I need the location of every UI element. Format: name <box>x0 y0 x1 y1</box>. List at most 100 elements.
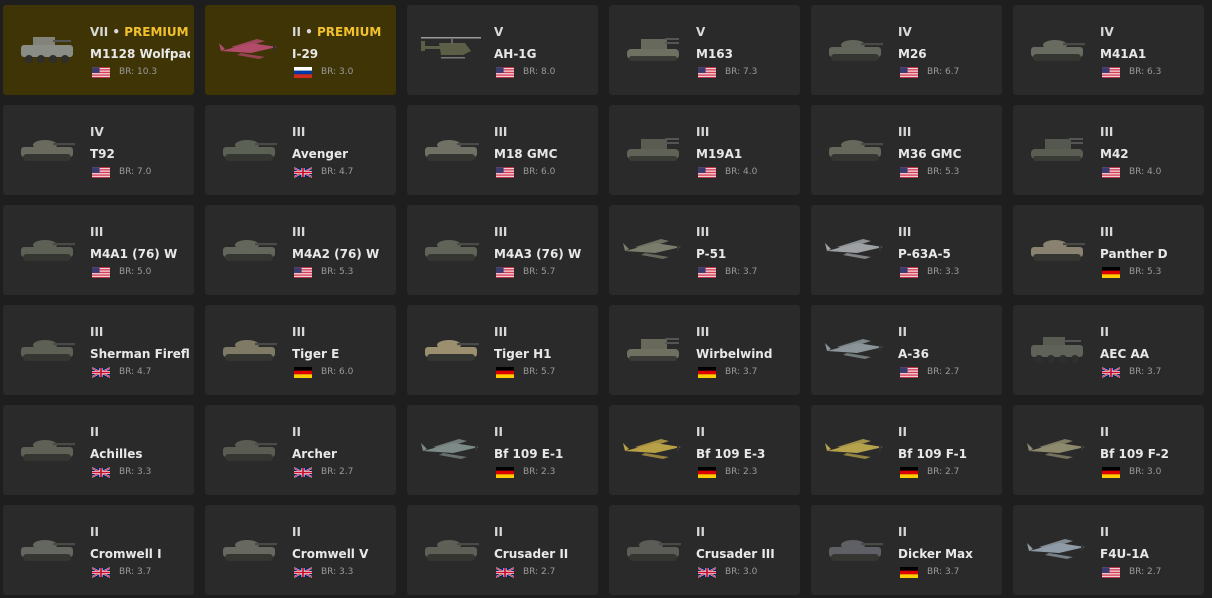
nation-flag-icon <box>496 366 523 378</box>
battle-rating: BR: 7.0 <box>119 167 152 177</box>
vehicle-meta: BR: 3.7 <box>698 365 796 379</box>
vehicle-name: A-36 <box>898 347 929 361</box>
vehicle-card[interactable]: IV M26 BR: 6.7 <box>811 5 1002 95</box>
vehicle-meta: BR: 3.0 <box>698 565 796 579</box>
vehicle-info: IV M41A1 BR: 6.3 <box>1100 25 1200 79</box>
vehicle-tier: II <box>292 25 301 39</box>
vehicle-tier: III <box>292 325 306 339</box>
vehicle-card[interactable]: III M4A2 (76) W BR: 5.3 <box>205 205 396 295</box>
vehicle-info: III M4A1 (76) W BR: 5.0 <box>90 225 190 279</box>
vehicle-thumbnail <box>419 527 483 567</box>
nation-flag-icon <box>698 366 725 378</box>
premium-label: PREMIUM <box>124 25 189 39</box>
vehicle-card[interactable]: II • PREMIUM I-29 BR: 3.0 <box>205 5 396 95</box>
vehicle-thumbnail <box>217 527 281 567</box>
vehicle-name: Crusader II <box>494 547 569 561</box>
vehicle-info: II • PREMIUM I-29 BR: 3.0 <box>292 25 392 79</box>
vehicle-tier: II <box>898 525 907 539</box>
vehicle-card[interactable]: III Wirbelwind BR: 3.7 <box>609 305 800 395</box>
vehicle-card[interactable]: II Bf 109 E-1 BR: 2.3 <box>407 405 598 495</box>
vehicle-name: M4A1 (76) W <box>90 247 178 261</box>
vehicle-name: Sherman Firefly <box>90 347 190 361</box>
vehicle-card[interactable]: II Bf 109 E-3 BR: 2.3 <box>609 405 800 495</box>
vehicle-thumbnail <box>15 327 79 367</box>
vehicle-card[interactable]: III M19A1 BR: 4.0 <box>609 105 800 195</box>
vehicle-card[interactable]: II Cromwell V BR: 3.3 <box>205 505 396 595</box>
vehicle-name: M26 <box>898 47 927 61</box>
nation-flag-icon <box>900 466 927 478</box>
vehicle-name: Achilles <box>90 447 143 461</box>
battle-rating: BR: 5.0 <box>119 267 152 277</box>
vehicle-card[interactable]: III Sherman Firefly BR: 4.7 <box>3 305 194 395</box>
vehicle-card[interactable]: III M4A1 (76) W BR: 5.0 <box>3 205 194 295</box>
vehicle-tier-line: III <box>696 325 796 340</box>
vehicle-card[interactable]: III Tiger E BR: 6.0 <box>205 305 396 395</box>
vehicle-card[interactable]: II Achilles BR: 3.3 <box>3 405 194 495</box>
vehicle-info: V M163 BR: 7.3 <box>696 25 796 79</box>
battle-rating: BR: 2.3 <box>523 467 556 477</box>
vehicle-tier: V <box>696 25 706 39</box>
vehicle-card[interactable]: VII • PREMIUM M1128 Wolfpack BR: 10.3 <box>3 5 194 95</box>
vehicle-tier: II <box>1100 425 1109 439</box>
vehicle-card[interactable]: II Bf 109 F-1 BR: 2.7 <box>811 405 1002 495</box>
vehicle-card[interactable]: II Crusader II BR: 2.7 <box>407 505 598 595</box>
vehicle-name: Tiger H1 <box>494 347 552 361</box>
vehicle-card[interactable]: II Cromwell I BR: 3.7 <box>3 505 194 595</box>
vehicle-card[interactable]: IV T92 BR: 7.0 <box>3 105 194 195</box>
vehicle-card[interactable]: II Dicker Max BR: 3.7 <box>811 505 1002 595</box>
vehicle-card[interactable]: III M42 BR: 4.0 <box>1013 105 1204 195</box>
vehicle-name: P-51 <box>696 247 727 261</box>
vehicle-name: Bf 109 F-2 <box>1100 447 1169 461</box>
vehicle-meta: BR: 6.3 <box>1102 65 1200 79</box>
vehicle-name: M42 <box>1100 147 1129 161</box>
vehicle-card[interactable]: II Archer BR: 2.7 <box>205 405 396 495</box>
nation-flag-icon <box>1102 466 1129 478</box>
vehicle-info: III M4A3 (76) W BR: 5.7 <box>494 225 594 279</box>
nation-flag-icon <box>1102 566 1129 578</box>
vehicle-meta: BR: 3.3 <box>900 265 998 279</box>
vehicle-card[interactable]: III M36 GMC BR: 5.3 <box>811 105 1002 195</box>
vehicle-thumbnail <box>419 27 483 67</box>
vehicle-tier-line: II <box>1100 325 1200 340</box>
vehicle-tier-line: II • PREMIUM <box>292 25 392 40</box>
vehicle-name: M19A1 <box>696 147 743 161</box>
vehicle-tier: III <box>90 225 104 239</box>
vehicle-tier-line: III <box>90 225 190 240</box>
vehicle-tier: III <box>898 125 912 139</box>
vehicle-meta: BR: 3.3 <box>294 565 392 579</box>
battle-rating: BR: 5.3 <box>927 167 960 177</box>
vehicle-card[interactable]: II F4U-1A BR: 2.7 <box>1013 505 1204 595</box>
vehicle-card[interactable]: II Bf 109 F-2 BR: 3.0 <box>1013 405 1204 495</box>
vehicle-card[interactable]: III M4A3 (76) W BR: 5.7 <box>407 205 598 295</box>
vehicle-meta: BR: 4.7 <box>294 165 392 179</box>
vehicle-card[interactable]: III Avenger BR: 4.7 <box>205 105 396 195</box>
vehicle-card[interactable]: III P-51 BR: 3.7 <box>609 205 800 295</box>
vehicle-name: I-29 <box>292 47 319 61</box>
vehicle-card[interactable]: II Crusader III BR: 3.0 <box>609 505 800 595</box>
nation-flag-icon <box>698 566 725 578</box>
vehicle-card[interactable]: III P-63A-5 BR: 3.3 <box>811 205 1002 295</box>
vehicle-name: AH-1G <box>494 47 537 61</box>
vehicle-card[interactable]: III Tiger H1 BR: 5.7 <box>407 305 598 395</box>
vehicle-meta: BR: 10.3 <box>92 65 190 79</box>
vehicle-card[interactable]: II AEC AA BR: 3.7 <box>1013 305 1204 395</box>
vehicle-card[interactable]: II A-36 BR: 2.7 <box>811 305 1002 395</box>
vehicle-tier: III <box>1100 225 1114 239</box>
vehicle-info: II AEC AA BR: 3.7 <box>1100 325 1200 379</box>
vehicle-card[interactable]: III Panther D BR: 5.3 <box>1013 205 1204 295</box>
nation-flag-icon <box>496 166 523 178</box>
vehicle-card[interactable]: V AH-1G BR: 8.0 <box>407 5 598 95</box>
vehicle-card[interactable]: IV M41A1 BR: 6.3 <box>1013 5 1204 95</box>
vehicle-card[interactable]: III M18 GMC BR: 6.0 <box>407 105 598 195</box>
vehicle-meta: BR: 3.7 <box>1102 365 1200 379</box>
vehicle-card[interactable]: V M163 BR: 7.3 <box>609 5 800 95</box>
vehicle-meta: BR: 3.7 <box>92 565 190 579</box>
battle-rating: BR: 8.0 <box>523 67 556 77</box>
vehicle-tier: II <box>898 425 907 439</box>
battle-rating: BR: 6.7 <box>927 67 960 77</box>
vehicle-tier: IV <box>898 25 912 39</box>
vehicle-name: Crusader III <box>696 547 775 561</box>
vehicle-tier: III <box>494 225 508 239</box>
vehicle-tier-line: IV <box>898 25 998 40</box>
premium-tag: • PREMIUM <box>300 25 382 39</box>
